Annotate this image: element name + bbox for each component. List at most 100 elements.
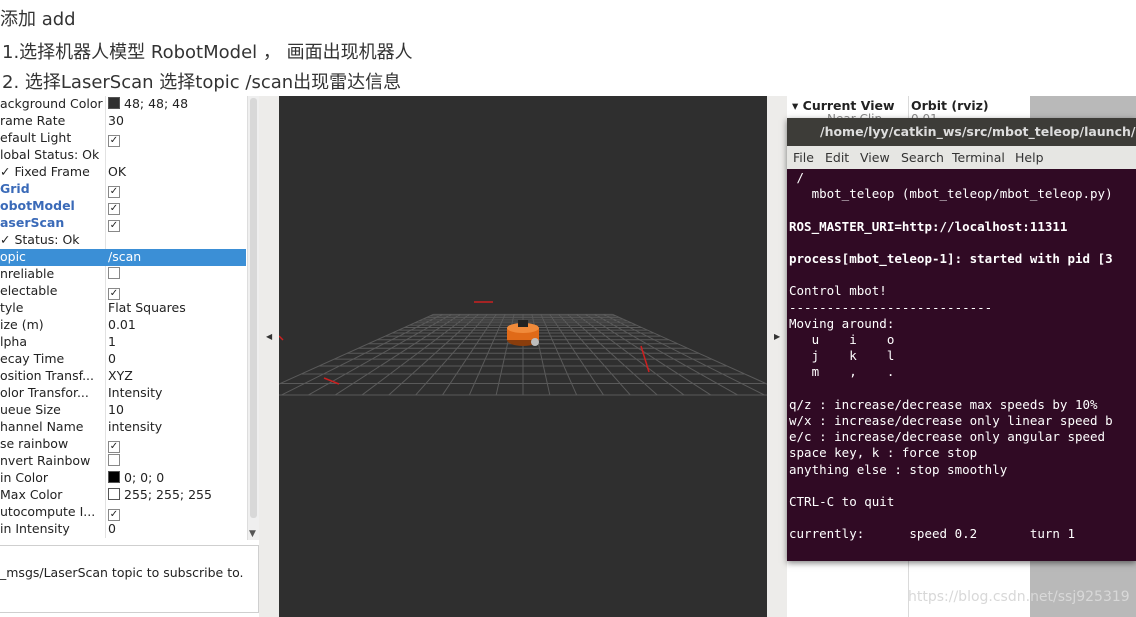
property-value[interactable]: ✓ xyxy=(108,504,120,521)
property-value[interactable]: Intensity xyxy=(108,385,162,400)
property-value-text: 0 xyxy=(108,521,116,536)
menu-edit[interactable]: Edit xyxy=(825,150,849,165)
property-value[interactable]: XYZ xyxy=(108,368,133,383)
property-row[interactable]: ize (m) 0.01 xyxy=(0,317,246,334)
property-row[interactable]: olor Transfor... Intensity xyxy=(0,385,246,402)
menu-search[interactable]: Search xyxy=(901,150,944,165)
property-description-text: _msgs/LaserScan topic to subscribe to. xyxy=(0,565,244,580)
property-row[interactable]: aserScan ✓ xyxy=(0,215,246,232)
property-value[interactable]: 1 xyxy=(108,334,116,349)
property-value[interactable] xyxy=(108,266,120,281)
grid-line xyxy=(594,313,738,396)
property-value[interactable]: ✓ xyxy=(108,436,120,453)
property-value[interactable]: /scan xyxy=(108,249,141,264)
property-value[interactable]: 30 xyxy=(108,113,124,128)
grid-line xyxy=(540,314,578,396)
property-checkbox[interactable]: ✓ xyxy=(108,203,120,215)
color-swatch[interactable] xyxy=(108,471,120,483)
column-divider xyxy=(105,436,106,453)
property-row[interactable]: utocompute I... ✓ xyxy=(0,504,246,521)
property-row[interactable]: ueue Size 10 xyxy=(0,402,246,419)
property-value[interactable] xyxy=(108,453,120,468)
property-checkbox[interactable]: ✓ xyxy=(108,288,120,300)
menu-help[interactable]: Help xyxy=(1015,150,1044,165)
grid-line xyxy=(558,314,631,396)
property-checkbox[interactable] xyxy=(108,454,120,466)
color-swatch[interactable] xyxy=(108,97,120,109)
collapse-left-icon[interactable]: ◀ xyxy=(266,332,272,341)
column-divider xyxy=(105,419,106,436)
property-value[interactable]: 10 xyxy=(108,402,124,417)
column-divider xyxy=(105,385,106,402)
property-checkbox[interactable] xyxy=(108,267,120,279)
property-value[interactable]: 255; 255; 255 xyxy=(108,487,212,502)
collapse-right-icon[interactable]: ▶ xyxy=(774,332,780,341)
property-row[interactable]: lobal Status: Ok xyxy=(0,147,246,164)
terminal-title: /home/lyy/catkin_ws/src/mbot_teleop/laun… xyxy=(820,124,1136,139)
property-value[interactable]: OK xyxy=(108,164,126,179)
property-value[interactable]: 0 xyxy=(108,521,116,536)
property-checkbox[interactable]: ✓ xyxy=(108,220,120,232)
terminal-output[interactable]: / mbot_teleop (mbot_teleop/mbot_teleop.p… xyxy=(789,170,1113,543)
property-row[interactable]: se rainbow ✓ xyxy=(0,436,246,453)
property-checkbox[interactable]: ✓ xyxy=(108,135,120,147)
column-divider xyxy=(105,334,106,351)
property-row[interactable]: in Color 0; 0; 0 xyxy=(0,470,246,487)
property-checkbox[interactable]: ✓ xyxy=(108,509,120,521)
expand-arrow-icon[interactable]: ▾ xyxy=(792,98,798,113)
right-splitter[interactable]: ▶ xyxy=(767,96,787,617)
property-value-text: Intensity xyxy=(108,385,163,400)
property-row[interactable]: rame Rate 30 xyxy=(0,113,246,130)
menu-file[interactable]: File xyxy=(793,150,814,165)
property-row[interactable]: efault Light ✓ xyxy=(0,130,246,147)
property-row[interactable]: ackground Color 48; 48; 48 xyxy=(0,96,246,113)
property-row[interactable]: ecay Time 0 xyxy=(0,351,246,368)
3d-viewport[interactable] xyxy=(279,96,767,617)
scroll-down-icon[interactable]: ▼ xyxy=(249,529,256,539)
menu-view[interactable]: View xyxy=(860,150,890,165)
menu-terminal[interactable]: Terminal xyxy=(952,150,1005,165)
property-value[interactable]: 0 xyxy=(108,351,116,366)
property-row[interactable]: in Intensity 0 xyxy=(0,521,246,538)
property-row[interactable]: nreliable xyxy=(0,266,246,283)
property-value[interactable]: ✓ xyxy=(108,215,120,232)
terminal-line: e/c : increase/decrease only angular spe… xyxy=(789,429,1106,445)
property-row[interactable]: electable ✓ xyxy=(0,283,246,300)
property-value[interactable]: Flat Squares xyxy=(108,300,186,315)
column-divider xyxy=(105,249,106,266)
column-divider xyxy=(105,130,106,147)
property-row[interactable]: obotModel ✓ xyxy=(0,198,246,215)
column-divider xyxy=(105,368,106,385)
property-row[interactable]: lpha 1 xyxy=(0,334,246,351)
property-value[interactable]: 0.01 xyxy=(108,317,136,332)
property-row[interactable]: nvert Rainbow xyxy=(0,453,246,470)
property-row[interactable]: opic/scan xyxy=(0,249,246,266)
terminal-titlebar[interactable]: /home/lyy/catkin_ws/src/mbot_teleop/laun… xyxy=(787,118,1136,146)
property-checkbox[interactable]: ✓ xyxy=(108,186,120,198)
column-divider xyxy=(105,470,106,487)
property-value[interactable]: ✓ xyxy=(108,283,120,300)
column-divider xyxy=(105,164,106,181)
property-name: ✓ Status: Ok xyxy=(0,232,80,247)
property-row[interactable]: hannel Name intensity xyxy=(0,419,246,436)
color-swatch[interactable] xyxy=(108,488,120,500)
terminal-window[interactable]: /home/lyy/catkin_ws/src/mbot_teleop/laun… xyxy=(787,118,1136,561)
column-divider xyxy=(105,317,106,334)
property-value[interactable]: ✓ xyxy=(108,130,120,147)
property-value[interactable]: intensity xyxy=(108,419,162,434)
property-value[interactable]: 0; 0; 0 xyxy=(108,470,164,485)
property-checkbox[interactable]: ✓ xyxy=(108,441,120,453)
property-value[interactable]: ✓ xyxy=(108,198,120,215)
left-splitter[interactable]: ◀ xyxy=(259,96,279,617)
property-row[interactable]: Grid ✓ xyxy=(0,181,246,198)
property-row[interactable]: Max Color 255; 255; 255 xyxy=(0,487,246,504)
property-row[interactable]: tyle Flat Squares xyxy=(0,300,246,317)
property-value[interactable]: 48; 48; 48 xyxy=(108,96,188,111)
property-row[interactable]: ✓ Status: Ok xyxy=(0,232,246,249)
laser-scan-point xyxy=(279,335,284,341)
grid-line xyxy=(415,314,488,396)
property-value[interactable]: ✓ xyxy=(108,181,120,198)
scrollbar-thumb[interactable] xyxy=(250,98,257,518)
property-row[interactable]: ✓ Fixed Frame OK xyxy=(0,164,246,181)
property-row[interactable]: osition Transf... XYZ xyxy=(0,368,246,385)
